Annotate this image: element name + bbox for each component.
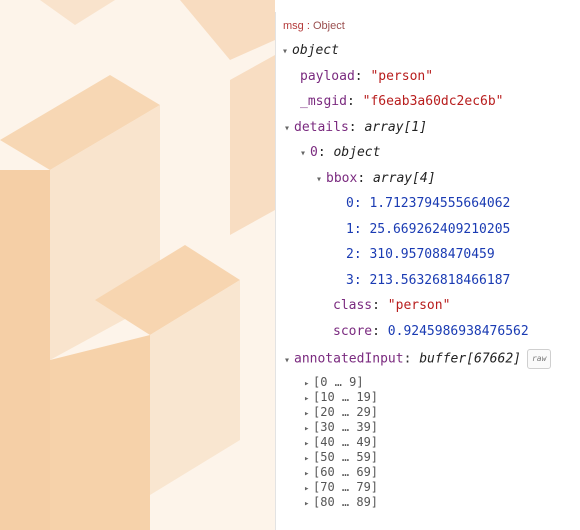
score-row[interactable]: score: 0.9245986938476562	[333, 324, 529, 340]
message-topic: msg : Object	[283, 20, 345, 32]
bbox-item-row[interactable]: 1: 25.669262409210205	[346, 222, 510, 238]
buffer-range-row[interactable]: ▸ [10 … 19]	[304, 391, 378, 406]
buffer-range-label: [60 … 69]	[313, 465, 379, 479]
bbox-row[interactable]: ▾ bbox: array[4]	[316, 171, 436, 188]
expand-arrow-icon[interactable]: ▾	[300, 146, 310, 162]
item0-row[interactable]: ▾ 0: object	[300, 145, 380, 162]
details-type: array[1]	[364, 120, 428, 135]
details-key: details	[294, 120, 349, 135]
buffer-range-row[interactable]: ▸ [50 … 59]	[304, 451, 378, 466]
expand-arrow-icon[interactable]: ▸	[304, 393, 313, 406]
expand-arrow-icon[interactable]: ▸	[304, 483, 313, 496]
item0-key: 0	[310, 145, 318, 160]
annotated-type: buffer[67662]	[419, 351, 521, 367]
bbox-index: 0	[346, 196, 354, 211]
raw-button[interactable]: raw	[526, 349, 552, 369]
msgid-row[interactable]: _msgid: "f6eab3a60dc2ec6b"	[300, 94, 504, 110]
item0-type: object	[333, 145, 381, 160]
logo-shape-base	[50, 335, 150, 530]
topic-name: msg	[283, 20, 304, 32]
expand-arrow-icon[interactable]: ▸	[304, 378, 313, 391]
msgid-key: _msgid	[300, 94, 347, 109]
expand-arrow-icon[interactable]: ▾	[284, 353, 294, 369]
bbox-key: bbox	[326, 171, 358, 186]
topic-type: Object	[312, 20, 345, 32]
annotated-key: annotatedInput	[294, 351, 404, 367]
class-key: class	[333, 298, 373, 313]
buffer-range-label: [30 … 39]	[313, 420, 379, 434]
expand-arrow-icon[interactable]: ▾	[284, 121, 294, 137]
bbox-value: 310.957088470459	[369, 247, 495, 262]
bbox-item-row[interactable]: 3: 213.56326818466187	[346, 273, 510, 289]
debug-message-panel: msg : Object ▾ object payload: "person" _…	[275, 12, 580, 530]
msgid-value: "f6eab3a60dc2ec6b"	[362, 94, 504, 109]
score-value: 0.9245986938476562	[387, 324, 529, 339]
expand-arrow-icon[interactable]: ▸	[304, 468, 313, 481]
bbox-index: 3	[346, 273, 354, 288]
payload-key: payload	[300, 69, 355, 84]
buffer-range-row[interactable]: ▸ [60 … 69]	[304, 466, 378, 481]
logo-shape-left	[0, 170, 50, 530]
buffer-range-label: [50 … 59]	[313, 450, 379, 464]
expand-arrow-icon[interactable]: ▸	[304, 438, 313, 451]
buffer-range-row[interactable]: ▸ [80 … 89]	[304, 496, 378, 511]
expand-arrow-icon[interactable]: ▸	[304, 408, 313, 421]
bbox-type: array[4]	[372, 171, 436, 186]
buffer-range-row[interactable]: ▸ [40 … 49]	[304, 436, 378, 451]
buffer-range-label: [40 … 49]	[313, 435, 379, 449]
expand-arrow-icon[interactable]: ▸	[304, 453, 313, 466]
bbox-item-row[interactable]: 0: 1.7123794555664062	[346, 196, 510, 212]
expand-arrow-icon[interactable]: ▸	[304, 498, 313, 511]
details-row[interactable]: ▾ details: array[1]	[284, 120, 427, 137]
bbox-index: 2	[346, 247, 354, 262]
expand-arrow-icon[interactable]: ▾	[316, 172, 326, 188]
annotated-input-row[interactable]: ▾ annotatedInput: buffer[67662] raw	[284, 349, 552, 369]
bbox-index: 1	[346, 222, 354, 237]
expand-arrow-icon[interactable]: ▸	[304, 423, 313, 436]
root-type: object	[292, 43, 339, 58]
buffer-range-label: [20 … 29]	[313, 405, 379, 419]
buffer-range-row[interactable]: ▸ [70 … 79]	[304, 481, 378, 496]
buffer-range-row[interactable]: ▸ [20 … 29]	[304, 406, 378, 421]
score-key: score	[333, 324, 373, 339]
bbox-value: 213.56326818466187	[369, 273, 511, 288]
buffer-range-label: [80 … 89]	[313, 495, 379, 509]
payload-row[interactable]: payload: "person"	[300, 69, 433, 85]
buffer-range-label: [0 … 9]	[313, 375, 364, 389]
expand-arrow-icon[interactable]: ▾	[282, 44, 292, 60]
class-value: "person"	[387, 298, 451, 313]
bbox-value: 25.669262409210205	[369, 222, 511, 237]
class-row[interactable]: class: "person"	[333, 298, 450, 314]
buffer-range-row[interactable]: ▸ [0 … 9]	[304, 376, 364, 391]
buffer-range-label: [70 … 79]	[313, 480, 379, 494]
buffer-range-row[interactable]: ▸ [30 … 39]	[304, 421, 378, 436]
bbox-item-row[interactable]: 2: 310.957088470459	[346, 247, 495, 263]
buffer-range-label: [10 … 19]	[313, 390, 379, 404]
bbox-value: 1.7123794555664062	[369, 196, 511, 211]
logo-shape-right	[230, 55, 275, 235]
payload-value: "person"	[370, 69, 434, 84]
root-object-row[interactable]: ▾ object	[282, 43, 339, 60]
